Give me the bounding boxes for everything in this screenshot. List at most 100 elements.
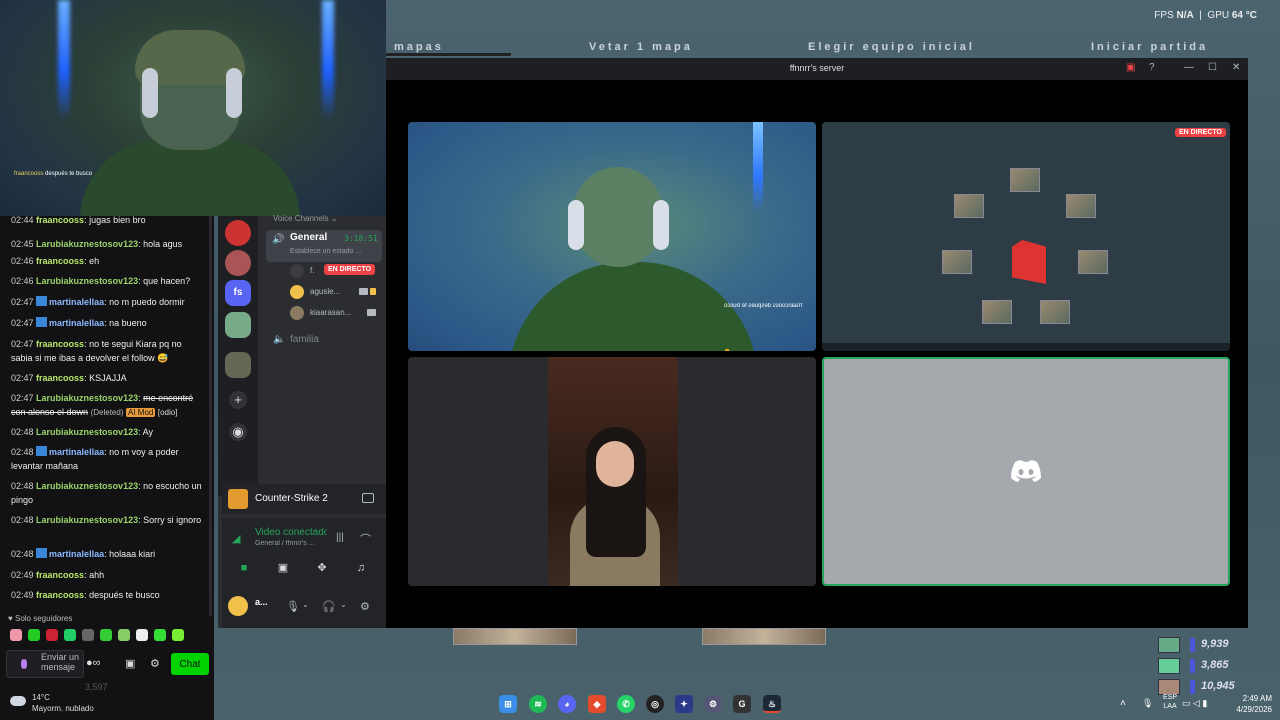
emote-icon[interactable] [136, 629, 148, 641]
video-tile-no-camera[interactable] [822, 357, 1230, 586]
network-volume-icons[interactable]: ▭ ◁ ▮ [1182, 698, 1207, 709]
chat-scrollbar[interactable] [209, 216, 212, 616]
chevron-down-icon[interactable]: ⌄ [340, 600, 347, 609]
emote-icon[interactable] [28, 629, 40, 641]
language-indicator[interactable]: ESP LAA [1163, 693, 1177, 711]
screen-share-tile[interactable]: EN DIRECTO [822, 122, 1230, 351]
chat-message[interactable]: 02:47 martinalellaa: na bueno [11, 316, 203, 330]
emote-icon[interactable] [10, 629, 22, 641]
disconnect-icon[interactable]: ⌒ [360, 531, 371, 547]
faceit-icon[interactable]: G [733, 695, 751, 713]
chat-message[interactable]: 02:46 fraancooss: eh [11, 254, 203, 268]
video-tile-franco[interactable]: fraancooss después te busco ✋ [408, 122, 816, 351]
map-thumbnail[interactable] [702, 628, 826, 645]
game-step-team[interactable]: Elegir equipo inicial [808, 41, 975, 53]
discover-icon[interactable]: ◉ [229, 423, 247, 441]
stream-game-icon[interactable] [362, 493, 374, 503]
chat-username[interactable]: Larubiakuznestosov123 [36, 276, 138, 286]
server-folder[interactable] [225, 352, 251, 378]
chat-message[interactable]: 02:44 fraancooss: jugas bien bro [11, 216, 203, 227]
chat-username[interactable]: Larubiakuznestosov123 [36, 481, 138, 491]
chat-username[interactable]: fraancooss [36, 570, 84, 580]
chat-input[interactable]: Enviar un mensaje [6, 650, 84, 678]
chat-username[interactable]: fraancooss [36, 373, 84, 383]
chat-message[interactable]: 02:49 fraancooss: después te busco [11, 588, 203, 602]
windows-start-icon[interactable]: ⊞ [499, 695, 517, 713]
brave-icon[interactable]: ◆ [588, 695, 606, 713]
settings-app-icon[interactable]: ⚙ [704, 695, 722, 713]
close-icon[interactable]: ✕ [1232, 62, 1240, 73]
avatar[interactable] [228, 596, 248, 616]
chat-username[interactable]: fraancooss [36, 256, 84, 266]
help-icon[interactable]: ? [1149, 62, 1155, 73]
gift-icon[interactable]: ▣ [125, 657, 135, 670]
server-icon[interactable] [225, 250, 251, 276]
chat-message[interactable]: 02:45 Larubiakuznestosov123: hola agus [11, 237, 203, 251]
chat-username[interactable]: martinalellaa [49, 549, 104, 559]
chat-username[interactable]: Larubiakuznestosov123 [36, 393, 138, 403]
cs2-icon[interactable]: ✦ [675, 695, 693, 713]
chat-username[interactable]: Larubiakuznestosov123 [36, 239, 138, 249]
chat-message[interactable]: 02:47 martinalellaa: no m puedo dormir [11, 295, 203, 309]
map-thumbnail[interactable] [453, 628, 577, 645]
chevron-down-icon[interactable]: ⌄ [302, 600, 309, 609]
voice-location[interactable]: General / ffnnrr's ... [255, 540, 327, 547]
mic-icon[interactable] [21, 659, 27, 669]
whatsapp-icon[interactable]: ✆ [617, 695, 635, 713]
chat-username[interactable]: martinalellaa [49, 297, 104, 307]
soundboard-button[interactable]: ♫ [344, 558, 378, 578]
chat-message[interactable]: 02:48 Larubiakuznestosov123: no escucho … [11, 479, 203, 507]
bits-icon[interactable]: ●∞ [86, 657, 101, 669]
add-server-icon[interactable]: + [229, 391, 247, 409]
screen-share-button[interactable]: ▣ [266, 558, 300, 578]
tray-mic-icon[interactable]: 🎙 [1142, 698, 1153, 709]
emote-icon[interactable] [46, 629, 58, 641]
server-icon-fs[interactable]: fs [225, 280, 251, 306]
chat-username[interactable]: martinalellaa [49, 318, 104, 328]
chat-message[interactable]: 02:47 fraancooss: KSJAJJA [11, 371, 203, 385]
chat-message[interactable]: 02:47 fraancooss: no te segui Kiara pq n… [11, 337, 203, 365]
noise-suppression-icon[interactable]: ||| [336, 532, 344, 543]
headphones-icon[interactable]: 🎧 [322, 600, 336, 613]
microphone-icon[interactable]: 🎙 [286, 600, 300, 613]
discord-icon[interactable]: ◕ [558, 695, 576, 713]
game-step-start[interactable]: Iniciar partida [1091, 41, 1208, 53]
chat-message[interactable]: 02:47 Larubiakuznestosov123: me encontré… [11, 391, 203, 420]
emote-icon[interactable] [100, 629, 112, 641]
chat-message[interactable]: 02:46 Larubiakuznestosov123: que hacen? [11, 274, 203, 288]
chat-message[interactable]: 02:49 fraancooss: ahh [11, 568, 203, 582]
server-folder[interactable] [225, 312, 251, 338]
voice-user[interactable]: f. EN DIRECTO [290, 263, 382, 279]
chat-message[interactable]: 02:48 Larubiakuznestosov123: Sorry si ig… [11, 513, 203, 527]
obs-icon[interactable]: ◎ [646, 695, 664, 713]
chat-message[interactable]: 02:48 martinalellaa: no m voy a poder le… [11, 445, 203, 473]
emote-icon[interactable] [82, 629, 94, 641]
video-tile-kiara[interactable] [408, 357, 816, 586]
signal-icon[interactable]: ◢ [232, 532, 240, 545]
emote-icon[interactable] [118, 629, 130, 641]
activities-button[interactable]: ✥ [305, 558, 339, 578]
chat-username[interactable]: fraancooss [36, 590, 84, 600]
emote-icon[interactable] [172, 629, 184, 641]
chat-username[interactable]: Larubiakuznestosov123 [36, 427, 138, 437]
chat-username[interactable]: fraancooss [36, 339, 84, 349]
voice-user[interactable]: agusle... [290, 284, 382, 300]
user-settings-icon[interactable]: ⚙ [360, 600, 370, 613]
settings-icon[interactable]: ⚙ [150, 657, 160, 670]
chat-username[interactable]: Larubiakuznestosov123 [36, 515, 138, 525]
emote-icon[interactable] [64, 629, 76, 641]
maximize-icon[interactable]: ☐ [1208, 62, 1217, 73]
spotify-icon[interactable]: ≋ [529, 695, 547, 713]
tray-expand-icon[interactable]: ˄ [1120, 698, 1126, 709]
chat-send-button[interactable]: Chat [171, 653, 209, 675]
steam-icon[interactable]: ♨ [763, 695, 781, 713]
voice-user[interactable]: kiaarasan... [290, 305, 382, 321]
system-clock[interactable]: 2:49 AM 4/29/2026 [1224, 693, 1272, 715]
voice-channels-header[interactable]: Voice Channels ⌄ [273, 214, 338, 223]
chat-message[interactable]: 02:48 martinalellaa: holaaa kiari [11, 547, 203, 561]
game-step-maps[interactable]: mapas [394, 41, 444, 53]
server-icon[interactable] [225, 220, 251, 246]
chat-username[interactable]: fraancooss [36, 216, 84, 225]
emote-icon[interactable] [154, 629, 166, 641]
channel-general[interactable]: 🔊 General 3:18:51 Establece un estado ..… [266, 230, 382, 262]
